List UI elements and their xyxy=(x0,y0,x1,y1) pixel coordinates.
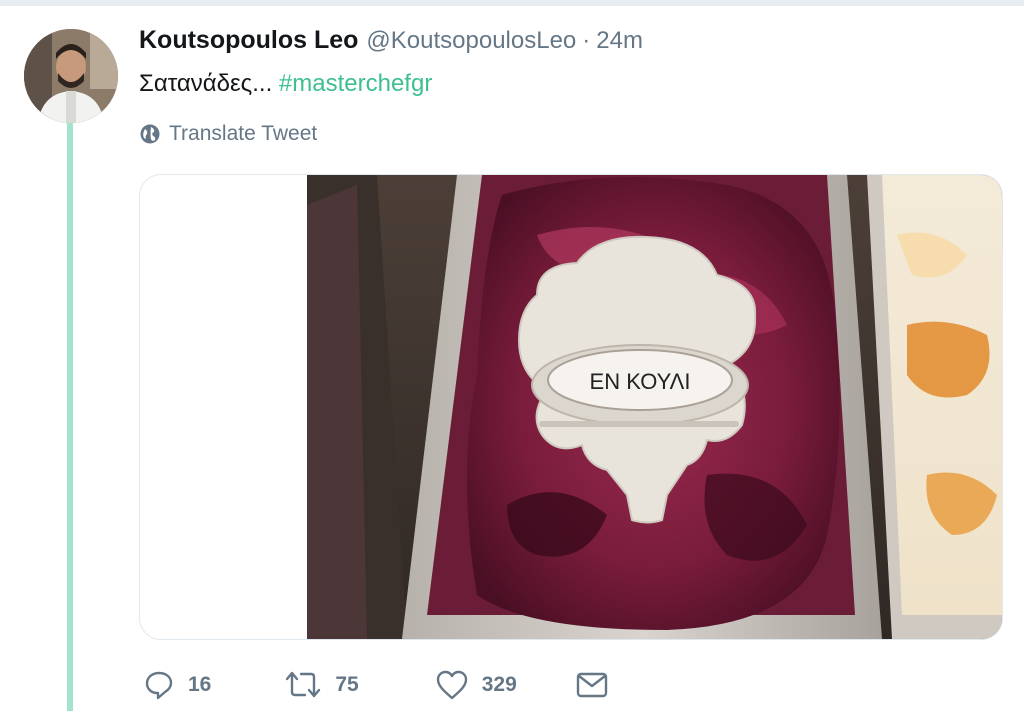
heart-icon xyxy=(436,670,467,700)
retweet-count: 75 xyxy=(335,673,359,696)
globe-icon xyxy=(140,124,160,144)
tweet-media-card[interactable]: ΕΝ ΚΟΥΛΙ xyxy=(139,174,1003,640)
tweet-timestamp[interactable]: 24m xyxy=(596,27,643,55)
tweet-body: Σατανάδες... xyxy=(139,70,273,97)
reply-count: 16 xyxy=(188,673,212,696)
reply-icon xyxy=(145,671,173,700)
tweet-text: Σατανάδες... #masterchefgr xyxy=(139,70,432,98)
tweet-photo[interactable]: ΕΝ ΚΟΥΛΙ xyxy=(307,175,1002,639)
translate-label: Translate Tweet xyxy=(169,122,318,145)
direct-message-button[interactable] xyxy=(575,669,621,701)
avatar-image xyxy=(24,29,118,123)
avatar[interactable] xyxy=(24,29,118,123)
hashtag-link[interactable]: #masterchefgr xyxy=(279,70,432,97)
header-separator: · xyxy=(582,27,591,54)
retweet-button[interactable]: 75 xyxy=(283,668,359,702)
like-button[interactable]: 329 xyxy=(434,668,517,702)
tweet-actions: 16 75 329 xyxy=(142,668,621,702)
translate-tweet-link[interactable]: Translate Tweet xyxy=(139,122,317,146)
reply-button[interactable]: 16 xyxy=(142,668,211,702)
like-count: 329 xyxy=(481,673,517,696)
retweet-icon xyxy=(286,671,321,698)
envelope-icon xyxy=(576,672,607,698)
top-border xyxy=(0,0,1024,6)
thread-line xyxy=(67,118,73,711)
author-handle[interactable]: @KoutsopoulosLeo xyxy=(366,27,576,55)
tweet-header: Koutsopoulos Leo @KoutsopoulosLeo · 24m xyxy=(139,26,643,56)
sign-text: ΕΝ ΚΟΥΛΙ xyxy=(590,369,691,394)
author-name[interactable]: Koutsopoulos Leo xyxy=(139,26,358,55)
